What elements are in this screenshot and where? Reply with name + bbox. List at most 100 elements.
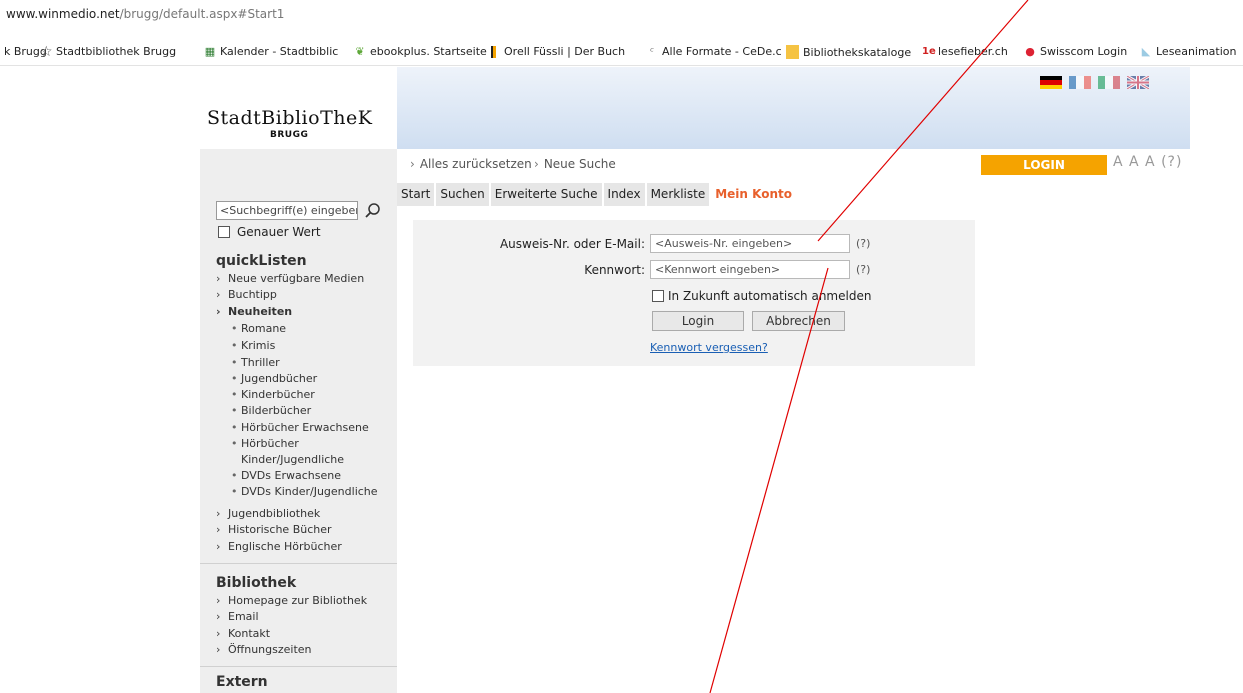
leaf-icon: ❦	[355, 44, 365, 58]
sidebar-divider	[200, 563, 397, 564]
chevron-right-icon: ›	[216, 627, 221, 640]
cancel-button[interactable]: Abbrechen	[752, 311, 845, 331]
sidebar-subitem-label: Hörbücher	[241, 437, 299, 450]
sidebar-subitem-hoerbuecher-erwachsene[interactable]: • Hörbücher Erwachsene	[231, 421, 369, 434]
address-bar[interactable]: www.winmedio.net/brugg/default.aspx#Star…	[0, 0, 1243, 28]
url-path: /brugg/default.aspx#Start1	[119, 7, 285, 21]
bookmark-stadtbibliothek[interactable]: ☆ Stadtbibliothek Brugg	[40, 45, 177, 59]
id-label: Ausweis-Nr. oder E-Mail:	[499, 237, 645, 251]
bookmark-swisscom[interactable]: ● Swisscom Login	[1024, 45, 1127, 58]
id-help[interactable]: (?)	[856, 237, 870, 250]
chevron-right-icon: ›	[216, 523, 221, 536]
bookmark-label: Orell Füssli | Der Buch	[504, 45, 626, 58]
sidebar-item-historische-buecher[interactable]: › Historische Bücher	[216, 523, 332, 536]
sidebar-item-jugendbibliothek[interactable]: › Jugendbibliothek	[216, 507, 320, 520]
chevron-right-icon: ›	[534, 157, 539, 171]
bibliothek-title: Bibliothek	[216, 575, 297, 591]
sidebar-subitem-label: Bilderbücher	[241, 404, 312, 417]
chevron-right-icon: ›	[216, 272, 221, 285]
sidebar-item-email[interactable]: › Email	[216, 610, 259, 623]
chevron-right-icon: ›	[216, 305, 221, 318]
tab-mein-konto[interactable]: Mein Konto	[711, 183, 796, 206]
login-button[interactable]: LOGIN	[981, 155, 1107, 175]
sidebar-item-kontakt[interactable]: › Kontakt	[216, 627, 270, 640]
chevron-right-icon: ›	[216, 507, 221, 520]
sidebar-subitem-hoerbuecher-kinder[interactable]: Kinder/Jugendliche	[241, 453, 344, 466]
breadcrumb-new-search[interactable]: › Neue Suche	[534, 157, 616, 171]
bookmark-ebookplus[interactable]: ❦ ebookplus. Startseite	[354, 44, 487, 58]
sidebar-subitem-kinderbuecher[interactable]: • Kinderbücher	[231, 388, 315, 401]
sidebar-item-oeffnungszeiten[interactable]: › Öffnungszeiten	[216, 643, 312, 656]
bullet-icon: •	[231, 404, 238, 417]
french-flag-icon[interactable]	[1069, 76, 1091, 89]
sidebar-item-label: Kontakt	[228, 627, 271, 640]
sidebar-subitem-label: DVDs Kinder/Jugendliche	[241, 485, 378, 498]
bookmark-lesefieber[interactable]: 1e lesefieber.ch	[922, 45, 1008, 58]
sidebar-subitem-dvds-kinder[interactable]: • DVDs Kinder/Jugendliche	[231, 485, 378, 498]
exact-value-checkbox[interactable]	[218, 226, 230, 238]
bullet-icon: •	[231, 437, 238, 450]
bookmark-label: Alle Formate - CeDe.c	[662, 45, 782, 58]
sidebar-item-label: Englische Hörbücher	[228, 540, 342, 553]
sidebar-subitem-jugendbuecher[interactable]: • Jugendbücher	[231, 372, 317, 385]
tab-start[interactable]: Start	[397, 183, 435, 206]
site-logo[interactable]: StadtBiblioTheK	[207, 107, 372, 129]
bookmark-label: Leseanimation	[1156, 45, 1237, 58]
font-size-controls[interactable]: A A A (?)	[1113, 154, 1182, 170]
bullet-icon: •	[231, 388, 238, 401]
bookmark-kalender[interactable]: ▦ Kalender - Stadtbiblic	[204, 45, 339, 58]
bookmark-label: lesefieber.ch	[938, 45, 1008, 58]
sidebar-subitem-bilderbuecher[interactable]: • Bilderbücher	[231, 404, 311, 417]
bookmark-cede[interactable]: ᶜ Alle Formate - CeDe.c	[646, 45, 782, 58]
chevron-right-icon: ›	[216, 540, 221, 553]
bullet-icon: •	[231, 372, 238, 385]
breadcrumb-reset[interactable]: › Alles zurücksetzen	[410, 157, 532, 171]
search-input[interactable]: <Suchbegriff(e) eingeben>	[216, 201, 358, 220]
sidebar-subitem-label: DVDs Erwachsene	[241, 469, 341, 482]
sidebar-subitem-dvds-erwachsene[interactable]: • DVDs Erwachsene	[231, 469, 341, 482]
sidebar-subitem-romane[interactable]: • Romane	[231, 322, 286, 335]
quicklisten-title: quickListen	[216, 253, 307, 269]
remember-label: In Zukunft automatisch anmelden	[668, 289, 872, 303]
sidebar-subitem-label: Kinderbücher	[241, 388, 315, 401]
sidebar-subitem-thriller[interactable]: • Thriller	[231, 356, 280, 369]
breadcrumb-label: Neue Suche	[543, 157, 616, 171]
submit-login-button[interactable]: Login	[652, 311, 744, 331]
sidebar-item-neue-medien[interactable]: › Neue verfügbare Medien	[216, 272, 364, 285]
sidebar-subitem-label: Jugendbücher	[241, 372, 318, 385]
bookmark-label: Stadtbibliothek Brugg	[56, 45, 177, 58]
password-input[interactable]: <Kennwort eingeben>	[650, 260, 850, 279]
uk-flag-icon[interactable]	[1127, 76, 1149, 89]
search-icon[interactable]	[364, 202, 382, 220]
lesefieber-icon: 1e	[922, 45, 936, 57]
tab-index[interactable]: Index	[603, 183, 645, 206]
tab-erweiterte-suche[interactable]: Erweiterte Suche	[490, 183, 602, 206]
sidebar-subitem-label: Krimis	[241, 339, 276, 352]
german-flag-icon[interactable]	[1040, 76, 1062, 89]
sidebar-item-neuheiten[interactable]: › Neuheiten	[216, 305, 292, 318]
bookmark-bibliothekskataloge[interactable]: Bibliothekskataloge	[786, 45, 911, 59]
italian-flag-icon[interactable]	[1098, 76, 1120, 89]
password-label: Kennwort:	[584, 263, 645, 277]
url-text[interactable]: www.winmedio.net/brugg/default.aspx#Star…	[6, 7, 284, 21]
password-help[interactable]: (?)	[856, 263, 870, 276]
bookmark-orell-fuessli[interactable]: Orell Füssli | Der Buch	[491, 45, 625, 58]
sidebar-item-englische-hoerbuecher[interactable]: › Englische Hörbücher	[216, 540, 342, 553]
site-logo-sub: BRUGG	[270, 130, 309, 140]
remember-checkbox[interactable]	[652, 290, 664, 302]
bookmark-label: ebookplus. Startseite	[370, 45, 487, 58]
sidebar-subitem-krimis[interactable]: • Krimis	[231, 339, 275, 352]
tab-merkliste[interactable]: Merkliste	[646, 183, 710, 206]
sidebar-item-label: Öffnungszeiten	[228, 643, 312, 656]
id-input[interactable]: <Ausweis-Nr. eingeben>	[650, 234, 850, 253]
tab-suchen[interactable]: Suchen	[436, 183, 489, 206]
bookmark-leseanimation[interactable]: ◣ Leseanimation	[1140, 45, 1237, 58]
bookmark-label: Swisscom Login	[1040, 45, 1128, 58]
folder-icon	[786, 45, 799, 59]
sidebar-item-buchtipp[interactable]: › Buchtipp	[216, 288, 277, 301]
chevron-right-icon: ›	[410, 157, 415, 171]
sidebar-item-label: Historische Bücher	[228, 523, 332, 536]
sidebar-item-homepage[interactable]: › Homepage zur Bibliothek	[216, 594, 367, 607]
sidebar-subitem-hoerbuecher[interactable]: • Hörbücher	[231, 437, 299, 450]
forgot-password-link[interactable]: Kennwort vergessen?	[650, 341, 768, 354]
